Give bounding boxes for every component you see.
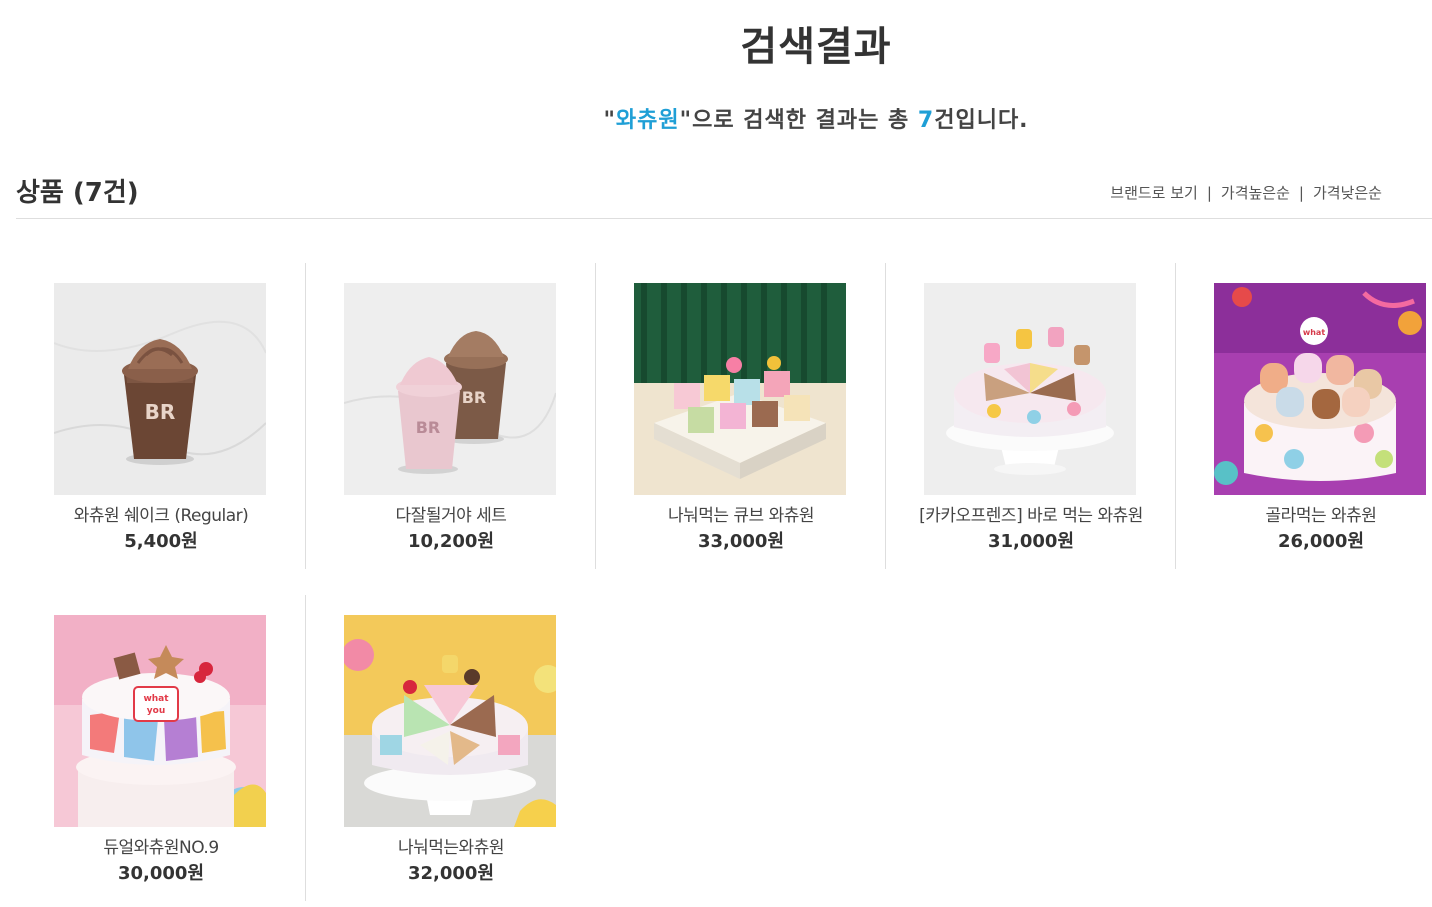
product-card[interactable]: 나눠먹는와츄원 32,000원	[305, 595, 596, 901]
product-name[interactable]: 듀얼와츄원NO.9	[16, 833, 306, 858]
sort-separator: |	[1206, 183, 1212, 202]
product-price: 31,000원	[987, 531, 1075, 552]
product-card[interactable]: BR 와츄원 쉐이크 (Regular) 5,400원	[16, 263, 306, 569]
summary-quote-open: "	[603, 108, 616, 133]
sort-by-brand-link[interactable]: 브랜드로 보기	[1110, 182, 1198, 203]
product-card[interactable]: [카카오프렌즈] 바로 먹는 와츄원 31,000원	[885, 263, 1176, 569]
product-image-shake-set[interactable]: BR BR	[344, 283, 556, 495]
product-name[interactable]: 다잘될거야 세트	[306, 501, 596, 526]
search-keyword: 와츄원	[615, 108, 680, 133]
result-count: 7	[917, 108, 935, 133]
product-card[interactable]: what 골라먹는 와츄원 26,000원	[1175, 263, 1432, 569]
product-image-kakao-cake[interactable]	[924, 283, 1136, 495]
svg-text:what: what	[1303, 328, 1325, 337]
svg-text:what: what	[143, 694, 169, 704]
product-card[interactable]: what you 듀얼와츄원NO.9 30,000원	[16, 595, 306, 901]
page-title: 검색결과	[740, 24, 892, 70]
summary-suffix: 건입니다.	[934, 108, 1029, 133]
product-price: 5,400원	[124, 531, 198, 552]
product-name[interactable]: 골라먹는 와츄원	[1176, 501, 1432, 526]
product-image-cube-cake[interactable]	[634, 283, 846, 495]
product-price: 32,000원	[407, 863, 495, 884]
product-price: 10,200원	[407, 531, 495, 552]
svg-text:BR: BR	[462, 388, 487, 407]
product-price: 33,000원	[697, 531, 785, 552]
sort-options: 브랜드로 보기 | 가격높은순 | 가격낮은순	[1110, 182, 1382, 203]
product-price: 30,000원	[117, 863, 205, 884]
sort-price-low-link[interactable]: 가격낮은순	[1313, 182, 1382, 203]
search-summary: "와츄원"으로 검색한 결과는 총 7건입니다.	[0, 102, 1432, 134]
search-results-page: 검색결과 "와츄원"으로 검색한 결과는 총 7건입니다. 상품 (7건) 브랜…	[0, 0, 1432, 907]
product-price: 26,000원	[1277, 531, 1365, 552]
product-name[interactable]: 나눠먹는와츄원	[306, 833, 596, 858]
summary-middle: "으로 검색한 결과는 총	[679, 108, 918, 133]
product-card[interactable]: 나눠먹는 큐브 와츄원 33,000원	[595, 263, 886, 569]
section-title: 상품 (7건)	[16, 178, 139, 208]
product-name[interactable]: 와츄원 쉐이크 (Regular)	[16, 501, 306, 526]
sort-price-high-link[interactable]: 가격높은순	[1221, 182, 1290, 203]
svg-text:BR: BR	[145, 400, 176, 424]
product-image-chocolate-shake[interactable]: BR	[54, 283, 266, 495]
product-image-pick-cake[interactable]: what	[1214, 283, 1426, 495]
svg-text:you: you	[147, 706, 165, 716]
product-card[interactable]: BR BR 다잘될거야 세트 10,200원	[305, 263, 596, 569]
product-name[interactable]: [카카오프렌즈] 바로 먹는 와츄원	[886, 501, 1176, 526]
sort-separator: |	[1298, 183, 1304, 202]
product-image-dual-cake[interactable]: what you	[54, 615, 266, 827]
svg-text:BR: BR	[416, 418, 441, 437]
product-name[interactable]: 나눠먹는 큐브 와츄원	[596, 501, 886, 526]
product-image-share-cake[interactable]	[344, 615, 556, 827]
product-section-header: 상품 (7건) 브랜드로 보기 | 가격높은순 | 가격낮은순	[16, 170, 1432, 219]
